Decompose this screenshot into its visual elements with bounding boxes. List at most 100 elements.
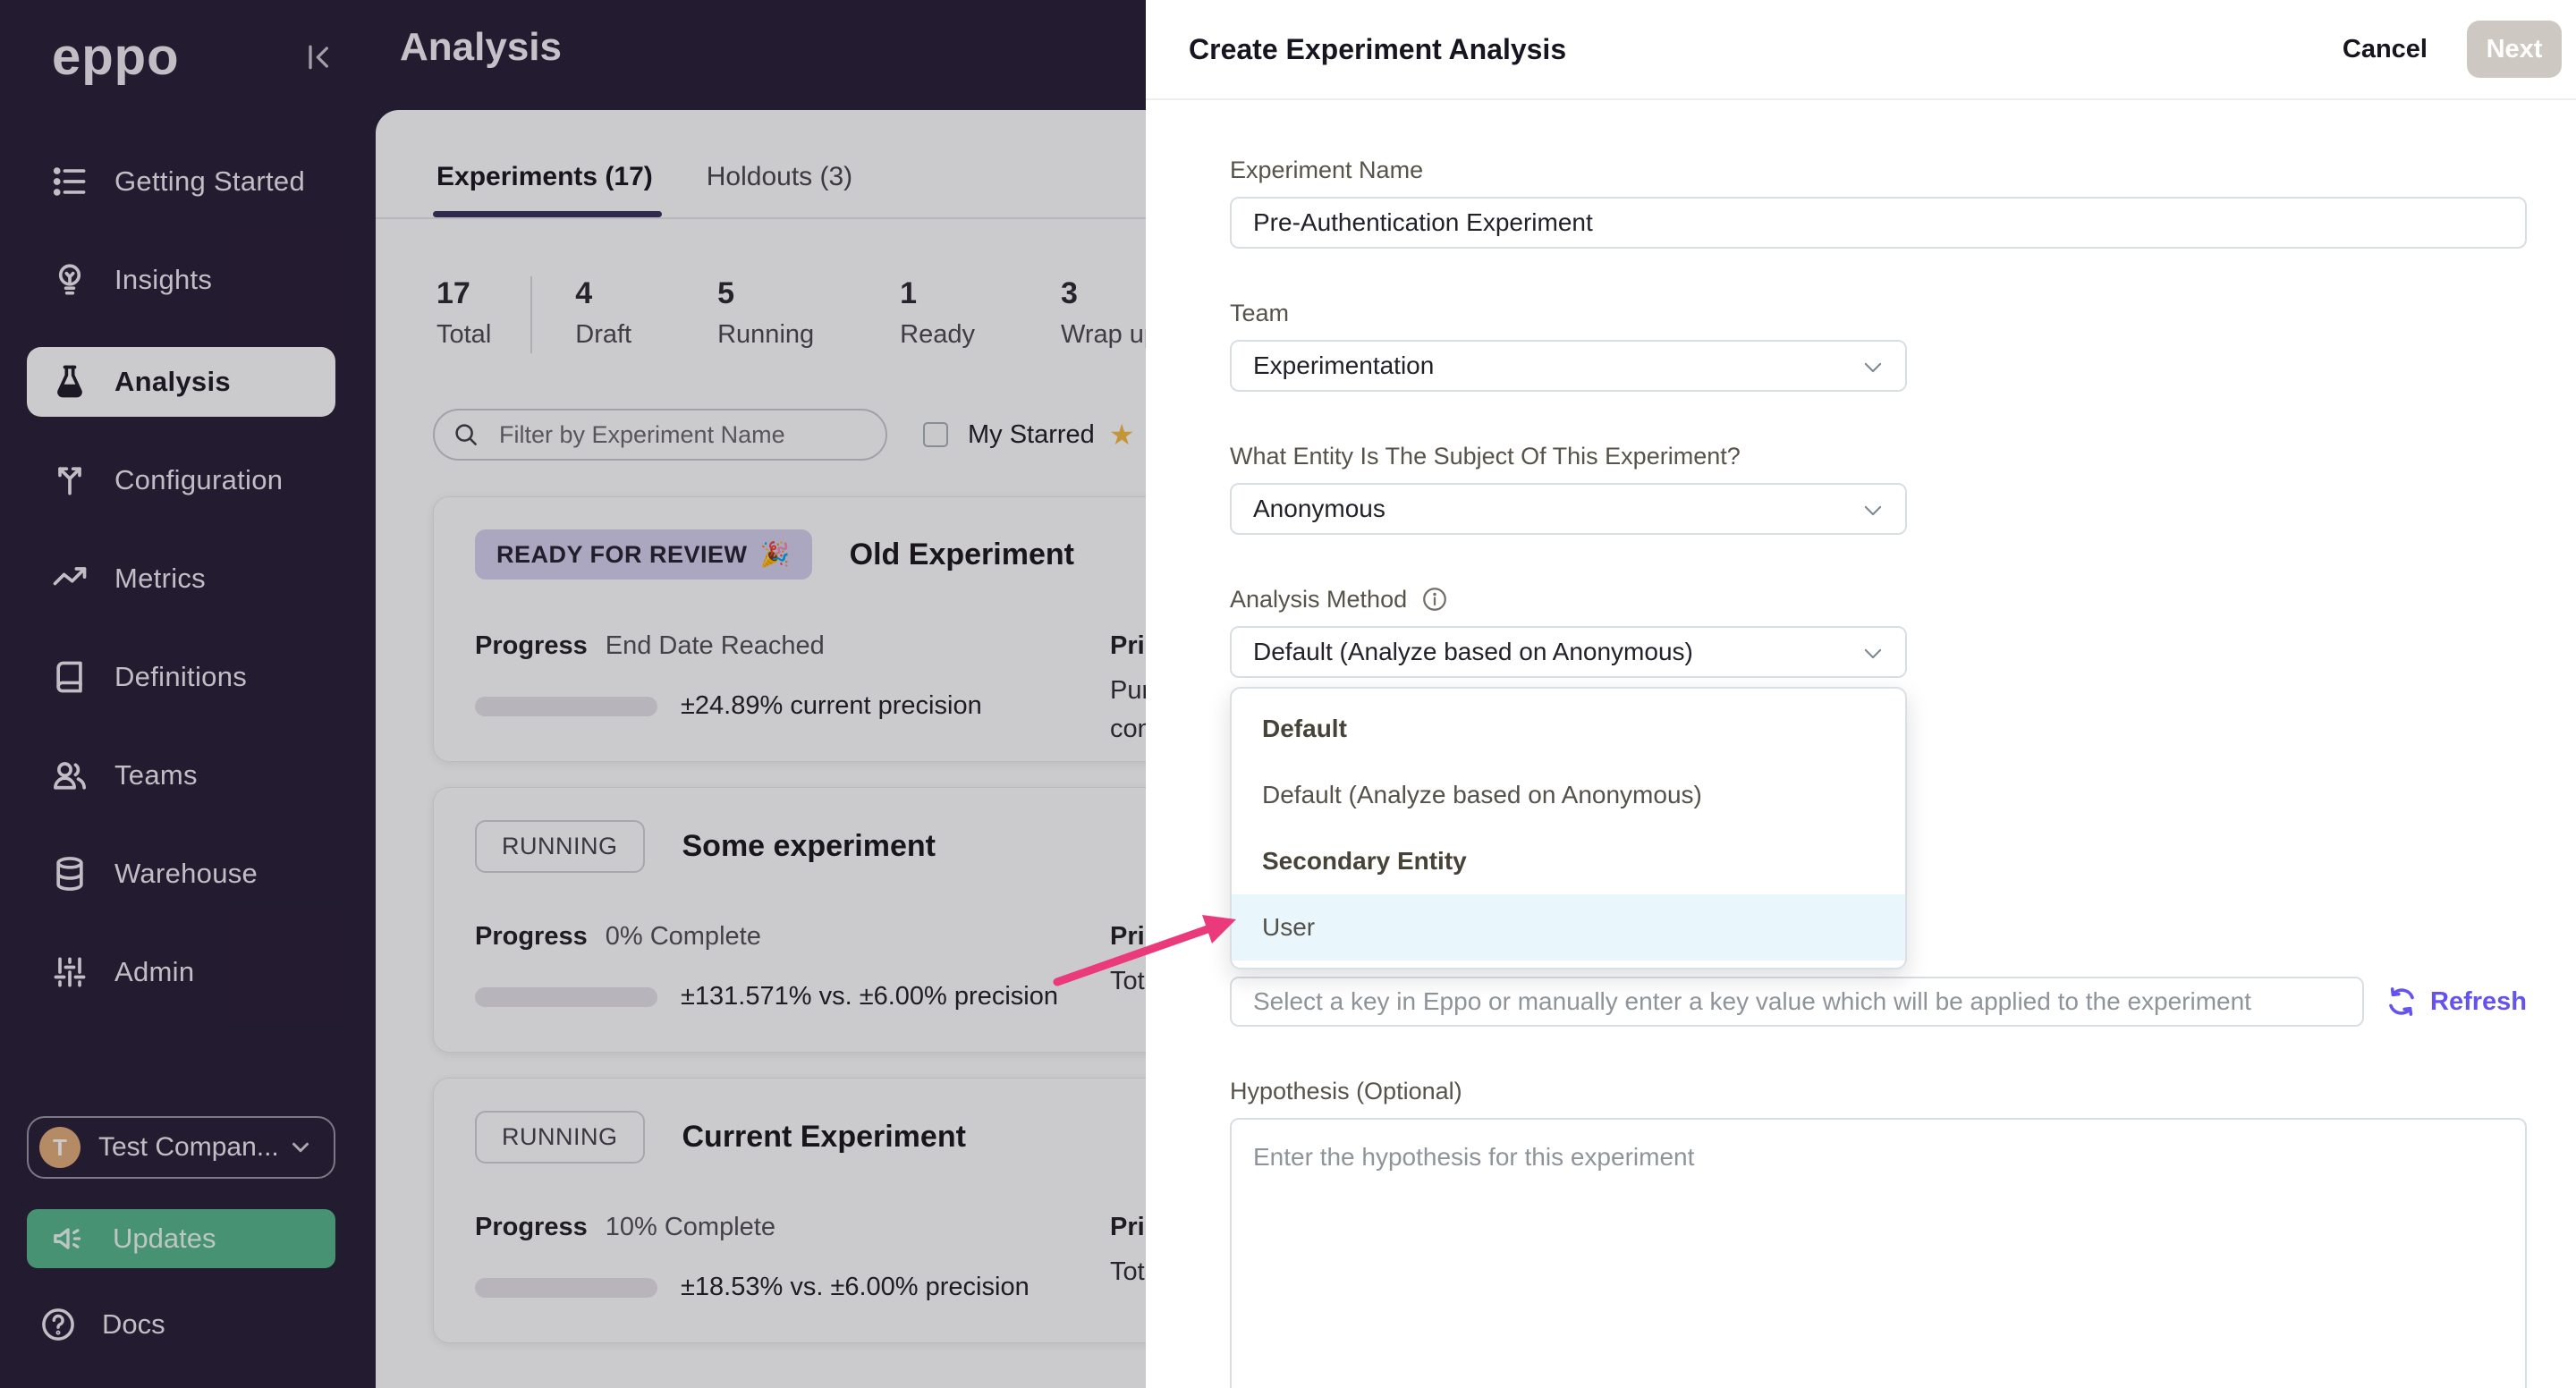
stat-label: Ready [900, 320, 975, 349]
logo-row: eppo [0, 0, 362, 87]
my-starred-filter: My Starred ★ [923, 418, 1135, 452]
lightbulb-icon [50, 260, 89, 300]
sidebar-item-label: Insights [114, 264, 213, 295]
dropdown-option-user[interactable]: User [1232, 894, 1905, 961]
page-title: Analysis [400, 25, 562, 69]
chevron-down-icon [1860, 498, 1885, 523]
progress-bar [475, 696, 657, 716]
database-icon [50, 854, 89, 893]
sidebar-item-teams[interactable]: Teams [27, 744, 335, 807]
sidebar-collapse-icon[interactable] [301, 39, 337, 75]
entity-group: What Entity Is The Subject Of This Exper… [1230, 442, 2527, 535]
refresh-label: Refresh [2430, 986, 2527, 1016]
sidebar-item-label: Getting Started [114, 165, 306, 197]
stat-value: 17 [436, 276, 470, 310]
sidebar-item-admin[interactable]: Admin [27, 941, 335, 1003]
tab-experiments[interactable]: Experiments (17) [433, 162, 662, 217]
workspace-switcher[interactable]: T Test Compan... [27, 1116, 335, 1179]
experiment-name-group: Experiment Name [1230, 156, 2527, 249]
key-row: Refresh [1230, 977, 2527, 1027]
team-group: Team Experimentation [1230, 299, 2527, 392]
sidebar-item-configuration[interactable]: Configuration [27, 449, 335, 512]
entity-label: What Entity Is The Subject Of This Exper… [1230, 442, 1741, 470]
updates-button[interactable]: Updates [27, 1209, 335, 1268]
stat-running: 5 Running [717, 276, 814, 350]
experiment-title[interactable]: Current Experiment [682, 1120, 966, 1155]
megaphone-icon [50, 1221, 86, 1257]
docs-link[interactable]: Docs [27, 1306, 335, 1343]
progress-label: Progress [475, 631, 588, 660]
experiment-filter [433, 409, 887, 461]
stat-value: 3 [1060, 276, 1078, 310]
tab-holdouts[interactable]: Holdouts (3) [707, 162, 852, 217]
app-root: eppo Getting Started Insights Analysis C… [0, 0, 2576, 1388]
dropdown-option-default-anonymous[interactable]: Default (Analyze based on Anonymous) [1232, 762, 1905, 828]
create-experiment-analysis-modal: Create Experiment Analysis Cancel Next E… [1146, 0, 2576, 1388]
sidebar-item-label: Configuration [114, 464, 284, 495]
updates-label: Updates [113, 1223, 216, 1254]
my-starred-checkbox[interactable] [923, 422, 948, 447]
sidebar-item-label: Metrics [114, 563, 206, 594]
line-chart-icon [50, 559, 89, 598]
status-badge-running: RUNNING [475, 1111, 645, 1164]
team-select[interactable]: Experimentation [1230, 340, 1907, 392]
sidebar-bottom: T Test Compan... Updates Docs [0, 1116, 362, 1388]
sidebar-item-warehouse[interactable]: Warehouse [27, 842, 335, 905]
party-popper-icon: 🎉 [759, 541, 791, 568]
stat-total: 17 Total [436, 276, 491, 350]
hypothesis-group: Hypothesis (Optional) [1230, 1077, 2527, 1388]
refresh-icon [2385, 986, 2418, 1018]
experiment-name-input[interactable] [1230, 197, 2527, 249]
analysis-method-label: Analysis Method [1230, 585, 2527, 614]
team-label: Team [1230, 299, 1290, 326]
sidebar-item-definitions[interactable]: Definitions [27, 646, 335, 708]
stats-divider [530, 276, 533, 353]
sidebar-item-insights[interactable]: Insights [27, 249, 335, 311]
hypothesis-label: Hypothesis (Optional) [1230, 1077, 1462, 1104]
filter-input[interactable] [433, 409, 887, 461]
next-button[interactable]: Next [2467, 21, 2562, 78]
sidebar-item-label: Warehouse [114, 858, 258, 889]
stat-value: 1 [900, 276, 918, 310]
progress-bar [475, 986, 657, 1007]
entity-select[interactable]: Anonymous [1230, 483, 1907, 535]
star-icon: ★ [1108, 419, 1135, 451]
progress-status: 10% Complete [605, 1213, 775, 1241]
status-badge-ready-for-review: READY FOR REVIEW 🎉 [475, 529, 812, 580]
people-icon [50, 756, 89, 795]
modal-title: Create Experiment Analysis [1189, 32, 1567, 65]
eppo-logo: eppo [52, 28, 180, 86]
analysis-method-select[interactable]: Default (Analyze based on Anonymous) [1230, 626, 1907, 678]
search-icon [453, 421, 479, 448]
info-icon[interactable] [1421, 586, 1448, 613]
stat-ready: 1 Ready [900, 276, 975, 350]
question-circle-icon [39, 1306, 77, 1343]
status-badge-running: RUNNING [475, 820, 645, 873]
analysis-method-select-value: Default (Analyze based on Anonymous) [1253, 638, 1693, 665]
key-input[interactable] [1230, 977, 2364, 1027]
stat-label: Draft [575, 320, 632, 349]
sidebar-nav: Getting Started Insights Analysis Config… [0, 150, 362, 1039]
analysis-method-group: Analysis Method Default (Analyze based o… [1230, 585, 2527, 969]
progress-status: End Date Reached [605, 631, 825, 660]
experiment-title[interactable]: Old Experiment [850, 537, 1074, 572]
modal-body: Experiment Name Team Experimentation Wha… [1146, 100, 2576, 1388]
cancel-button[interactable]: Cancel [2343, 35, 2428, 64]
stat-label: Wrap up [1060, 320, 1159, 349]
stat-label: Running [717, 320, 815, 349]
progress-status: 0% Complete [605, 922, 761, 951]
sliders-icon [50, 952, 89, 992]
sidebar-item-analysis[interactable]: Analysis [27, 347, 335, 417]
hypothesis-textarea[interactable] [1230, 1118, 2527, 1388]
experiment-title[interactable]: Some experiment [682, 829, 936, 864]
refresh-button[interactable]: Refresh [2385, 986, 2527, 1018]
sidebar-item-getting-started[interactable]: Getting Started [27, 150, 335, 213]
sidebar-item-metrics[interactable]: Metrics [27, 547, 335, 610]
precision-text: ±18.53% vs. ±6.00% precision [681, 1273, 1030, 1301]
workspace-name: Test Compan... [98, 1132, 279, 1162]
dropdown-group-default: Default [1262, 715, 1347, 742]
chevron-down-icon [1860, 355, 1885, 380]
precision-text: ±24.89% current precision [681, 691, 982, 720]
stat-wrap-up: 3 Wrap up [1061, 276, 1158, 350]
chevron-down-icon [287, 1134, 314, 1161]
